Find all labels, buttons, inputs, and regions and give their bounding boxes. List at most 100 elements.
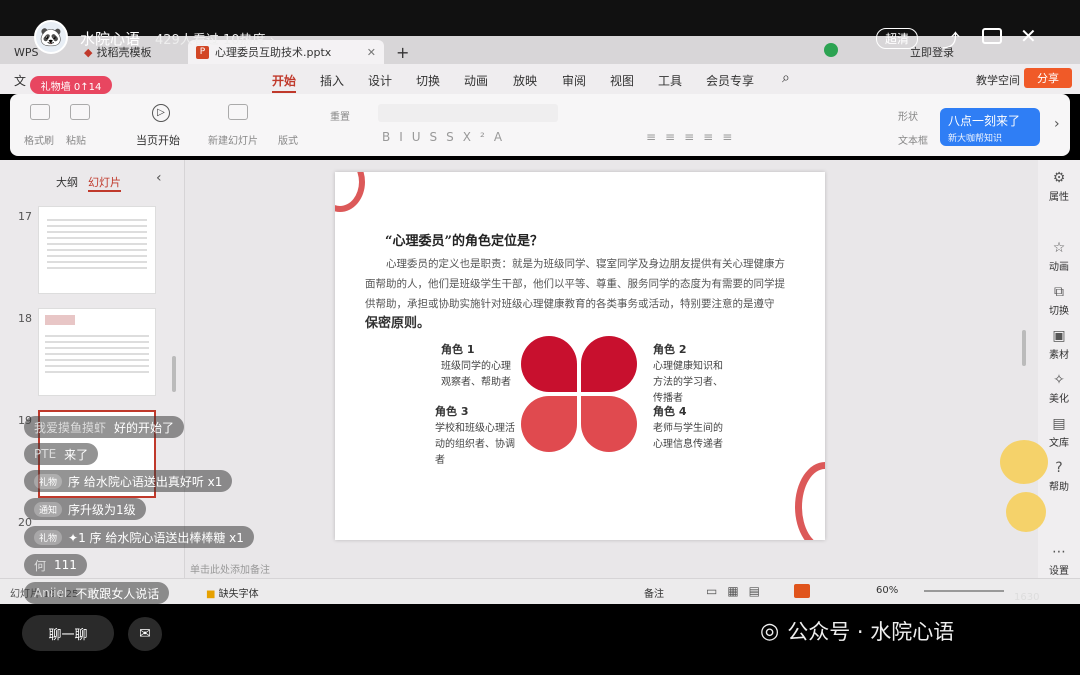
menu-insert[interactable]: 插入 (320, 72, 344, 89)
settings-button[interactable]: ⋯ 设置 (1038, 544, 1080, 577)
magic-icon: ✧ (1053, 372, 1065, 388)
format-painter-label[interactable]: 格式刷 (24, 132, 54, 147)
menu-start[interactable]: 开始 (272, 72, 297, 93)
notice-subtitle: 新大咖帮知识 (948, 134, 1003, 144)
font-style-buttons[interactable]: BIUSSX²A (382, 130, 511, 144)
notes-hint[interactable]: 单击此处添加备注 (190, 561, 270, 576)
slide-number: 17 (18, 210, 32, 223)
outline-tab[interactable]: 大纲 (56, 174, 78, 190)
paste-icon[interactable] (70, 104, 90, 120)
like-count: 1630 (1014, 592, 1040, 603)
ribbon-toolbar: 格式刷 粘贴 ▷ 当页开始 新建幻灯片 版式 重置 BIUSSX²A ≡≡≡≡≡… (10, 94, 1070, 156)
corner-decoration (335, 172, 365, 212)
material-button[interactable]: ▣ 素材 (1038, 328, 1080, 361)
tab-close-icon[interactable]: ✕ (367, 46, 376, 59)
library-button[interactable]: ▤ 文库 (1038, 416, 1080, 449)
slide-body-text: 心理委员的定义也是职责：就是为班级同学、寝室同学及身边朋友提供有关心理健康方面帮… (365, 258, 785, 331)
new-slide-button[interactable]: 新建幻灯片 (208, 132, 258, 147)
menu-slideshow[interactable]: 放映 (513, 72, 537, 89)
wechat-watermark: ◎ 公众号 · 水院心语 (760, 618, 955, 645)
star-icon: ☆ (1052, 240, 1066, 256)
transition-button[interactable]: ⧉ 切换 (1038, 284, 1080, 317)
zoom-level[interactable]: 60% (876, 585, 898, 596)
gift-icon[interactable]: ✉ (128, 617, 162, 651)
slides-tab[interactable]: 幻灯片 (88, 174, 121, 192)
slide-number: 18 (18, 312, 32, 325)
petal-4 (581, 396, 637, 452)
textbox-button[interactable]: 文本框 (898, 132, 928, 147)
slide-thumbnail-18[interactable] (38, 308, 156, 396)
paste-label[interactable]: 粘贴 (66, 132, 86, 147)
search-icon[interactable]: ⌕ (782, 70, 790, 86)
ribbon-menu-bar: 文 开始 插入 设计 切换 动画 放映 审阅 视图 工具 会员专享 ⌕ 教学空间 (0, 64, 1080, 94)
chat-message: PTE 来了 (24, 443, 99, 465)
gift-wall-badge[interactable]: 礼物墙 0↑14 (30, 76, 112, 94)
new-slide-icon[interactable] (228, 104, 248, 120)
streamer-name[interactable]: 水院心语 (80, 28, 140, 49)
layout-button[interactable]: 版式 (278, 132, 298, 147)
chat-gift-message: 礼物 ✦1 序 给水院心语送出棒棒糖 x1 (24, 526, 254, 548)
transition-icon: ⧉ (1054, 284, 1064, 300)
role-2: 角色 2 心理健康知识和方法的学习者、传播者 (653, 343, 723, 404)
slide-scrollbar[interactable] (1022, 330, 1026, 366)
library-icon: ▤ (1052, 416, 1066, 432)
missing-font-button[interactable]: ■ 缺失字体 (206, 585, 259, 600)
petal-3 (521, 396, 577, 452)
menu-review[interactable]: 审阅 (562, 72, 586, 89)
font-selector[interactable] (378, 104, 558, 122)
viewer-count[interactable]: 429人看过 10热度 › (155, 29, 275, 48)
chat-gift-message: 礼物序 给水院心语送出真好听 x1 (24, 470, 233, 492)
view-mode-buttons[interactable]: ▭▦▤ (706, 584, 770, 598)
chat-message: 何 111 (24, 554, 87, 576)
slide-thumbnail-17[interactable] (38, 206, 156, 294)
close-icon[interactable]: ✕ (1020, 24, 1037, 48)
menu-view[interactable]: 视图 (610, 72, 634, 89)
slideshow-play-button[interactable] (794, 584, 810, 598)
beautify-button[interactable]: ✧ 美化 (1038, 372, 1080, 405)
zoom-slider[interactable] (924, 590, 1004, 592)
menu-animation[interactable]: 动画 (464, 72, 488, 89)
thumbnail-scrollbar[interactable] (172, 356, 176, 392)
properties-button[interactable]: ⚙ 属性 (1038, 170, 1080, 203)
menu-file[interactable]: 文 (14, 72, 26, 89)
chat-notice-message: 通知 序升级为1级 (24, 498, 146, 520)
petal-1 (521, 336, 577, 392)
sliders-icon: ⚙ (1052, 170, 1066, 186)
warning-icon: ■ (206, 589, 219, 600)
play-icon[interactable]: ▷ (152, 104, 170, 122)
collapse-panel-icon[interactable]: ‹ (156, 170, 162, 186)
menu-member[interactable]: 会员专享 (706, 72, 754, 89)
more-icon: ⋯ (1052, 544, 1066, 560)
menu-transition[interactable]: 切换 (416, 72, 440, 89)
chat-message: 我爱摸鱼摸虾 好的开始了 (24, 416, 185, 438)
notice-card[interactable]: 八点一刻来了 新大咖帮知识 (940, 108, 1040, 146)
start-from-current-button[interactable]: 当页开始 (136, 132, 180, 148)
menu-design[interactable]: 设计 (368, 72, 392, 89)
role-3: 角色 3 学校和班级心理活动的组织者、协调者 (435, 405, 515, 466)
format-painter-icon[interactable] (30, 104, 50, 120)
quality-button[interactable]: 超清 (876, 28, 919, 49)
menu-tools[interactable]: 工具 (658, 72, 682, 89)
emoji-sticker[interactable] (1006, 492, 1046, 532)
notes-button[interactable]: 备注 (644, 585, 664, 600)
animation-button[interactable]: ☆ 动画 (1038, 240, 1080, 273)
role-1: 角色 1 班级同学的心理观察者、帮助者 (441, 343, 511, 388)
share-icon[interactable]: ⤴ (942, 27, 960, 53)
share-button[interactable]: 分享 (1024, 68, 1072, 88)
shape-button[interactable]: 形状 (898, 108, 918, 123)
panda-avatar-icon[interactable]: 🐼 (34, 20, 68, 54)
new-tab-icon[interactable]: + (388, 40, 417, 64)
notice-title: 八点一刻来了 (948, 114, 1021, 128)
reset-button[interactable]: 重置 (330, 108, 350, 123)
sync-icon[interactable] (824, 43, 838, 57)
chat-button[interactable]: 聊一聊 (22, 615, 114, 651)
slide-canvas[interactable]: “心理委员”的角色定位是？ 心理委员的定义也是职责：就是为班级同学、寝室同学及身… (335, 172, 825, 540)
pip-icon[interactable] (982, 28, 1002, 44)
slide-title: “心理委员”的角色定位是？ (385, 234, 543, 249)
teach-space[interactable]: 教学空间 (976, 72, 1020, 88)
wechat-icon: ◎ (760, 618, 780, 644)
chevron-right-icon[interactable]: › (1054, 116, 1060, 132)
emoji-sticker[interactable] (1000, 440, 1048, 484)
align-buttons[interactable]: ≡≡≡≡≡ (646, 130, 741, 144)
right-sidebar: ⚙ 属性 ☆ 动画 ⧉ 切换 ▣ 素材 ✧ 美化 ▤ 文库 ? 帮助 ⋯ 设置 (1022, 160, 1080, 600)
